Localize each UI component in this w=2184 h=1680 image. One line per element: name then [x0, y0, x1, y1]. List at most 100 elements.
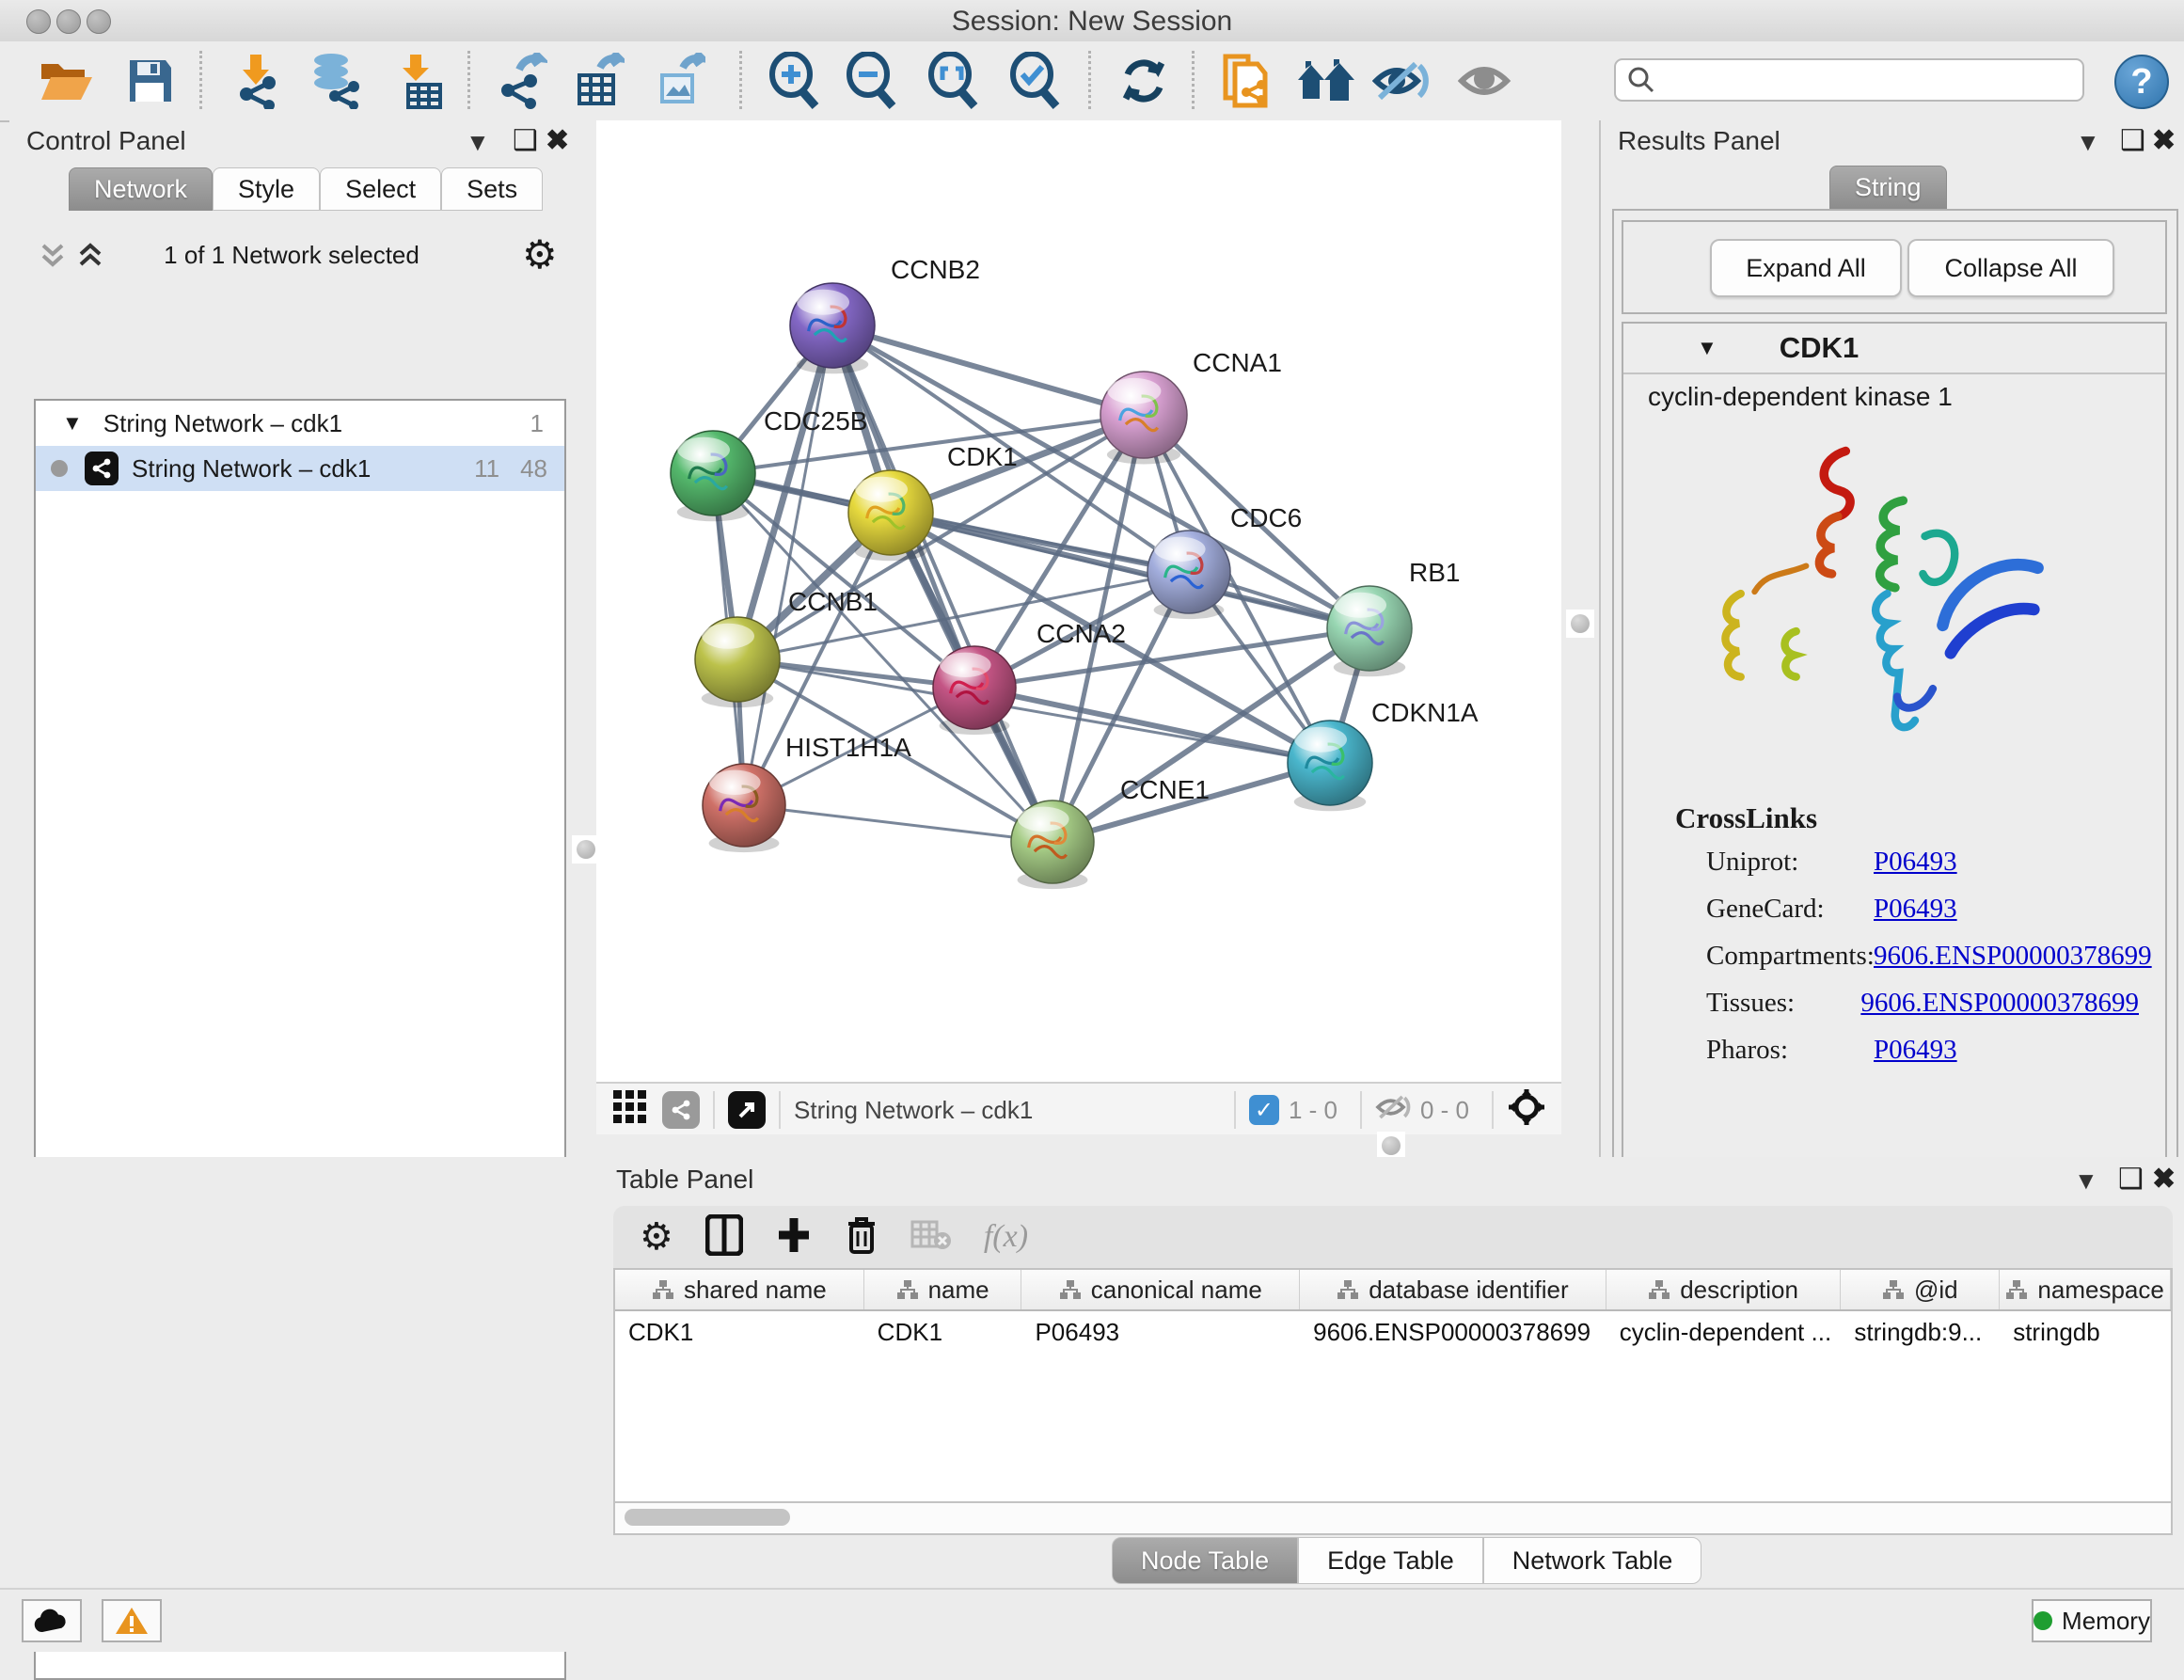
tab-sets[interactable]: Sets [441, 167, 543, 211]
table-header-row: shared namenamecanonical namedatabase id… [615, 1270, 2171, 1311]
hidden-eye-icon[interactable] [1375, 1092, 1411, 1129]
birds-eye-view-icon[interactable] [728, 1091, 766, 1129]
tab-style[interactable]: Style [213, 167, 320, 211]
close-panel-icon[interactable]: ✖ [2152, 1163, 2176, 1196]
node-label-CCNE1: CCNE1 [1120, 775, 1210, 804]
main-toolbar: ? [0, 41, 2184, 122]
collapse-triangle-icon[interactable]: ▼ [1697, 336, 1717, 360]
network-share-icon[interactable] [662, 1091, 700, 1129]
copy-session-icon[interactable] [1211, 47, 1279, 115]
column-header-id[interactable]: @id [1841, 1270, 2000, 1309]
horizontal-splitter[interactable] [596, 1134, 1561, 1157]
export-table-icon[interactable] [564, 47, 632, 115]
network-edge[interactable] [832, 325, 1144, 415]
import-network-icon[interactable] [222, 47, 290, 115]
right-splitter[interactable] [1561, 120, 1599, 1134]
tab-network[interactable]: Network [69, 167, 213, 211]
delete-column-trash-icon[interactable] [845, 1214, 878, 1260]
network-collection-row[interactable]: ▼ String Network – cdk1 1 [36, 401, 564, 446]
column-header-description[interactable]: description [1606, 1270, 1842, 1309]
tab-network-table[interactable]: Network Table [1483, 1537, 1702, 1584]
collapse-all-button[interactable]: Collapse All [1907, 239, 2114, 297]
table-cell[interactable]: CDK1 [864, 1311, 1022, 1353]
scrollbar-thumb[interactable] [625, 1509, 790, 1526]
crosslink-value-link[interactable]: 9606.ENSP00000378699 [1860, 988, 2139, 1019]
network-edge[interactable] [974, 688, 1330, 763]
table-settings-gear-icon[interactable]: ⚙ [640, 1215, 673, 1259]
ribbon-segment [1923, 533, 1955, 582]
selected-checkbox-icon[interactable]: ✓ [1249, 1095, 1279, 1125]
tab-select[interactable]: Select [320, 167, 441, 211]
export-network-icon[interactable] [487, 47, 555, 115]
add-column-icon[interactable] [775, 1214, 813, 1260]
panel-menu-icon[interactable]: ▼ [2076, 128, 2100, 157]
table-row[interactable]: CDK1CDK1P064939606.ENSP00000378699cyclin… [615, 1311, 2171, 1353]
search-input[interactable] [1655, 65, 2054, 96]
hide-eye-icon[interactable] [1367, 47, 1434, 115]
open-folder-icon[interactable] [32, 47, 100, 115]
crosslink-value-link[interactable]: P06493 [1874, 894, 1957, 925]
table-cell[interactable]: 9606.ENSP00000378699 [1300, 1311, 1606, 1353]
expand-all-button[interactable]: Expand All [1710, 239, 1902, 297]
table-cell[interactable]: stringdb [2000, 1311, 2171, 1353]
float-panel-icon[interactable]: ❑ [2118, 1163, 2144, 1196]
memory-button[interactable]: Memory [2032, 1599, 2152, 1642]
tab-edge-table[interactable]: Edge Table [1298, 1537, 1483, 1584]
zoom-fit-icon[interactable] [919, 47, 987, 115]
save-icon[interactable] [117, 47, 184, 115]
import-table-icon[interactable] [386, 47, 453, 115]
ribbon-segment [1824, 452, 1850, 516]
network-row-selected[interactable]: String Network – cdk1 11 48 [36, 446, 564, 491]
collapse-triangle-icon[interactable]: ▼ [62, 411, 83, 436]
close-panel-icon[interactable]: ✖ [546, 124, 569, 157]
warning-icon [115, 1606, 149, 1636]
control-panel-tabs: NetworkStyleSelectSets [69, 167, 543, 211]
tab-node-table[interactable]: Node Table [1112, 1537, 1298, 1584]
zoom-out-icon[interactable] [837, 47, 905, 115]
zoom-in-icon[interactable] [760, 47, 828, 115]
crosslink-value-link[interactable]: 9606.ENSP00000378699 [1874, 941, 2152, 972]
refresh-icon[interactable] [1110, 47, 1178, 115]
gene-header[interactable]: ▼ CDK1 [1623, 324, 2165, 374]
float-panel-icon[interactable]: ❑ [513, 124, 538, 157]
eye-icon[interactable] [1452, 47, 1520, 115]
show-columns-icon[interactable] [705, 1214, 743, 1260]
panel-menu-icon[interactable]: ▼ [466, 128, 490, 157]
node-label-CDK1: CDK1 [947, 442, 1018, 471]
crosshair-icon[interactable] [1507, 1087, 1546, 1133]
collapse-all-tree-icon[interactable] [38, 240, 68, 277]
column-header-database-identifier[interactable]: database identifier [1300, 1270, 1606, 1309]
table-cell[interactable]: stringdb:9... [1841, 1311, 2000, 1353]
panel-menu-icon[interactable]: ▼ [2074, 1166, 2098, 1196]
horizontal-splitter-handle[interactable] [1377, 1132, 1405, 1160]
network-options-gear-icon[interactable]: ⚙ [522, 231, 558, 277]
network-edge[interactable] [744, 805, 1052, 842]
gene-description: cyclin-dependent kinase 1 [1648, 382, 1953, 412]
tab-string[interactable]: String [1829, 166, 1947, 209]
import-database-icon[interactable] [301, 47, 369, 115]
left-splitter[interactable] [576, 120, 596, 1134]
table-horizontal-scrollbar[interactable] [613, 1503, 2173, 1535]
column-header-shared-name[interactable]: shared name [615, 1270, 864, 1309]
export-image-icon[interactable] [645, 47, 713, 115]
table-cell[interactable]: cyclin-dependent ... [1606, 1311, 1842, 1353]
close-panel-icon[interactable]: ✖ [2152, 124, 2176, 157]
right-splitter-handle[interactable] [1566, 610, 1594, 638]
column-header-namespace[interactable]: namespace [2000, 1270, 2171, 1309]
zoom-selected-icon[interactable] [1001, 47, 1068, 115]
home-icon[interactable] [1292, 47, 1360, 115]
help-icon[interactable]: ? [2114, 55, 2169, 109]
column-header-name[interactable]: name [864, 1270, 1022, 1309]
grid-view-icon[interactable] [611, 1088, 649, 1133]
table-cell[interactable]: P06493 [1021, 1311, 1300, 1353]
network-canvas[interactable]: CCNB2CCNA1CDC25BCDK1CDC6RB1CCNB1CCNA2CDK… [596, 120, 1561, 1082]
float-panel-icon[interactable]: ❑ [2120, 124, 2145, 157]
expand-all-tree-icon[interactable] [75, 240, 105, 277]
cloud-button[interactable] [22, 1599, 82, 1642]
node-label-CCNA2: CCNA2 [1037, 619, 1126, 648]
crosslink-value-link[interactable]: P06493 [1874, 847, 1957, 878]
column-header-canonical-name[interactable]: canonical name [1021, 1270, 1300, 1309]
crosslink-value-link[interactable]: P06493 [1874, 1035, 1957, 1066]
warning-button[interactable] [102, 1599, 162, 1642]
table-cell[interactable]: CDK1 [615, 1311, 864, 1353]
